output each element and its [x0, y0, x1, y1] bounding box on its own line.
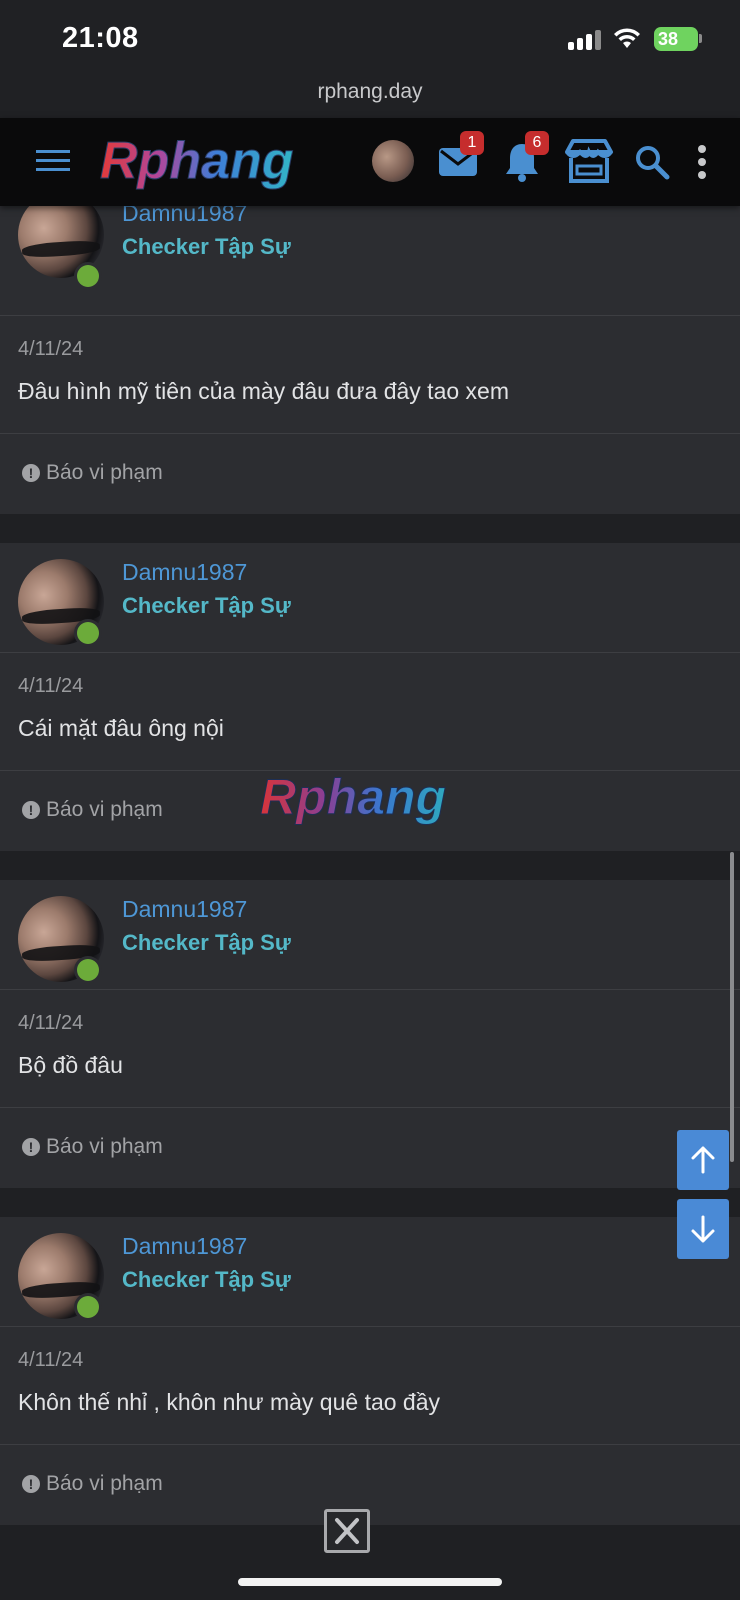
arrow-up-icon	[691, 1146, 715, 1174]
alert-icon: !	[22, 464, 40, 482]
post-header: Damnu1987 Checker Tập Sự	[0, 1217, 740, 1327]
online-status-icon	[74, 1293, 102, 1321]
post-message: Bộ đồ đâu	[18, 1052, 123, 1078]
post-message: Cái mặt đâu ông nội	[18, 715, 224, 741]
report-button[interactable]: ! Báo vi phạm	[22, 1472, 163, 1496]
post-date[interactable]: 4/11/24	[18, 675, 83, 698]
watermark-text: Rphang	[260, 770, 446, 825]
url-text: rphang.day	[317, 80, 423, 103]
url-bar[interactable]: rphang.day	[0, 72, 740, 118]
close-ad-button[interactable]	[324, 1509, 370, 1553]
status-bar: 21:08 38	[0, 0, 740, 80]
more-vertical-icon[interactable]	[694, 144, 710, 180]
menu-icon[interactable]	[36, 148, 70, 174]
user-title: Checker Tập Sự	[122, 234, 291, 259]
avatar[interactable]	[372, 140, 414, 182]
report-button[interactable]: ! Báo vi phạm	[22, 798, 163, 822]
messages-badge: 1	[460, 131, 484, 155]
user-title: Checker Tập Sự	[122, 1267, 291, 1292]
post-date[interactable]: 4/11/24	[18, 338, 83, 361]
post-message: Khôn thế nhỉ , khôn như mày quê tao đầy	[18, 1389, 441, 1415]
username[interactable]: Damnu1987	[122, 896, 247, 923]
online-status-icon	[74, 956, 102, 984]
post-date[interactable]: 4/11/24	[18, 1012, 83, 1035]
report-label: Báo vi phạm	[46, 1135, 163, 1158]
battery-cap	[699, 34, 702, 43]
report-label: Báo vi phạm	[46, 1472, 163, 1495]
post-header: Damnu1987 Checker Tập Sự	[0, 880, 740, 990]
alert-icon: !	[22, 1138, 40, 1156]
battery-indicator: 38	[654, 27, 698, 51]
post-footer: ! Báo vi phạm	[0, 1445, 740, 1525]
alert-icon: !	[22, 1475, 40, 1493]
scroll-to-bottom-button[interactable]	[677, 1199, 729, 1259]
username[interactable]: Damnu1987	[122, 1233, 247, 1260]
user-title: Checker Tập Sự	[122, 930, 291, 955]
post-body: 4/11/24 Bộ đồ đâu	[0, 990, 740, 1108]
post-header: Damnu1987 Checker Tập Sự	[0, 543, 740, 653]
post: Damnu1987 Checker Tập Sự 4/11/24 Đâu hìn…	[0, 192, 740, 514]
search-icon[interactable]	[634, 144, 670, 180]
report-button[interactable]: ! Báo vi phạm	[22, 461, 163, 485]
post-body: 4/11/24 Cái mặt đâu ông nội	[0, 653, 740, 771]
logo-text: Rphang	[100, 132, 294, 190]
arrow-down-icon	[691, 1215, 715, 1243]
scroll-to-top-button[interactable]	[677, 1130, 729, 1190]
store-icon[interactable]	[563, 138, 615, 184]
post-body: 4/11/24 Khôn thế nhỉ , khôn như mày quê …	[0, 1327, 740, 1445]
watermark-logo: Rphang	[260, 770, 447, 826]
post-footer: ! Báo vi phạm	[0, 434, 740, 514]
online-status-icon	[74, 619, 102, 647]
post-list: Damnu1987 Checker Tập Sự 4/11/24 Đâu hìn…	[0, 192, 740, 1525]
post-body: 4/11/24 Đâu hình mỹ tiên của mày đâu đưa…	[0, 316, 740, 434]
report-button[interactable]: ! Báo vi phạm	[22, 1135, 163, 1159]
close-icon	[335, 1518, 359, 1544]
username[interactable]: Damnu1987	[122, 559, 247, 586]
report-label: Báo vi phạm	[46, 798, 163, 821]
post-message: Đâu hình mỹ tiên của mày đâu đưa đây tao…	[18, 378, 509, 404]
site-logo[interactable]: Rphang	[96, 132, 332, 192]
post-date[interactable]: 4/11/24	[18, 1349, 83, 1372]
post: Damnu1987 Checker Tập Sự 4/11/24 Khôn th…	[0, 1217, 740, 1525]
home-indicator[interactable]	[238, 1578, 502, 1586]
post-footer: ! Báo vi phạm	[0, 1108, 740, 1188]
post-header: Damnu1987 Checker Tập Sự	[0, 192, 740, 316]
alerts-badge: 6	[525, 131, 549, 155]
report-label: Báo vi phạm	[46, 461, 163, 484]
site-header: Rphang 1 6	[0, 118, 740, 206]
online-status-icon	[74, 262, 102, 290]
user-title: Checker Tập Sự	[122, 593, 291, 618]
scrollbar[interactable]	[730, 852, 734, 1162]
wifi-icon	[614, 28, 640, 48]
signal-icon	[568, 30, 602, 50]
status-time: 21:08	[62, 22, 139, 54]
post: Damnu1987 Checker Tập Sự 4/11/24 Bộ đồ đ…	[0, 880, 740, 1188]
alert-icon: !	[22, 801, 40, 819]
